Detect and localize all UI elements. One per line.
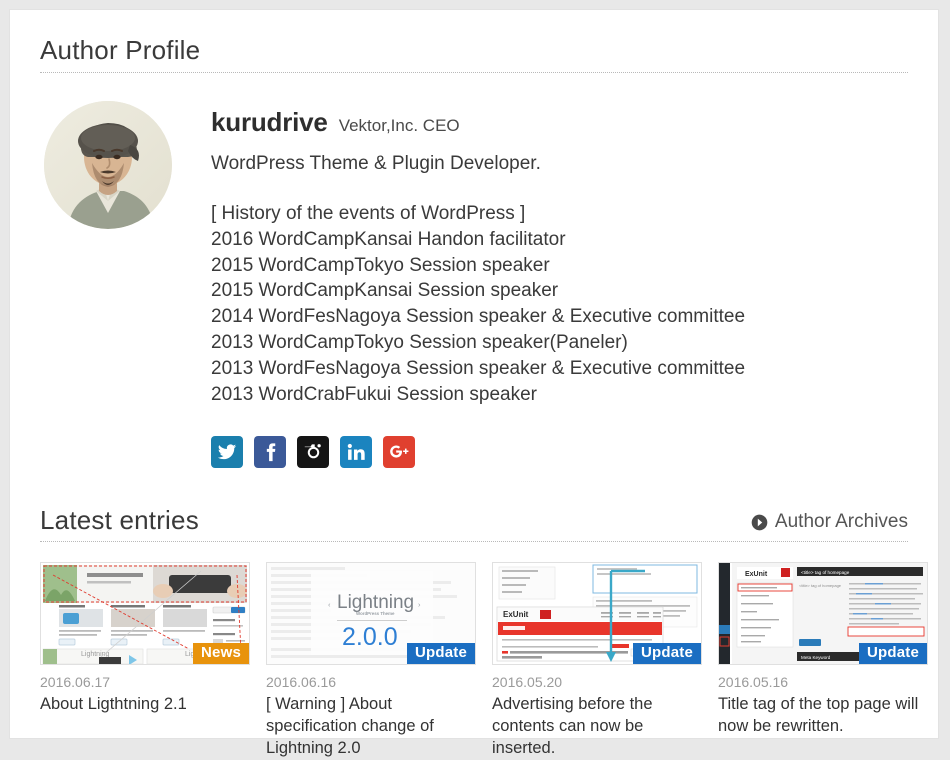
entry-badge: News bbox=[193, 642, 249, 665]
author-tagline: WordPress Theme & Plugin Developer. bbox=[211, 152, 541, 174]
svg-text:Meta Keyword: Meta Keyword bbox=[801, 655, 831, 660]
linkedin-icon bbox=[347, 443, 365, 460]
svg-text:Lightning: Lightning bbox=[337, 592, 414, 613]
svg-text:ExUnit: ExUnit bbox=[503, 610, 529, 619]
social-link-facebook[interactable] bbox=[254, 435, 286, 468]
instagram-icon bbox=[304, 444, 321, 459]
twitter-icon bbox=[217, 443, 237, 459]
svg-text:Lightning: Lightning bbox=[81, 651, 110, 658]
bio-line: 2013 WordCampTokyo Session speaker(Panel… bbox=[211, 332, 628, 354]
bio-line: 2016 WordCampKansai Handon facilitator bbox=[211, 228, 566, 250]
svg-text:WordPress Theme: WordPress Theme bbox=[356, 611, 395, 616]
latest-entries-list: Lightning Lightning News bbox=[40, 562, 928, 760]
bio-line: 2015 WordCampTokyo Session speaker bbox=[211, 254, 550, 276]
bio-line: 2014 WordFesNagoya Session speaker & Exe… bbox=[211, 306, 746, 328]
author-details: kurudrive Vektor,Inc. CEO WordPress Them… bbox=[174, 101, 908, 472]
entry-badge: Update bbox=[632, 642, 701, 665]
bio-line: 2015 WordCampKansai Session speaker bbox=[211, 280, 559, 302]
entry-date: 2016.05.20 bbox=[492, 674, 563, 691]
entry-date: 2016.06.16 bbox=[266, 674, 337, 691]
svg-text:<title> tag of homepage: <title> tag of homepage bbox=[799, 583, 842, 588]
latest-entries-section: Latest entries Author Archives Lightning… bbox=[40, 504, 928, 760]
entry-date: 2016.05.16 bbox=[718, 674, 789, 691]
entry-title: About Ligthtning 2.1 bbox=[40, 695, 187, 714]
social-link-instagram[interactable] bbox=[297, 435, 329, 468]
author-archives-link[interactable]: Author Archives bbox=[751, 511, 908, 535]
svg-text:ExUnit: ExUnit bbox=[745, 571, 768, 578]
entry-title: Title tag of the top page will now be re… bbox=[718, 695, 919, 736]
avatar bbox=[44, 100, 172, 229]
entry-card[interactable]: ExUnit Update 2016.05.20 Advertising bef… bbox=[492, 562, 702, 760]
entry-thumbnail: ExUnit <title> tag of homepage <title> t… bbox=[718, 562, 928, 666]
entry-title: [ Warning ] About specification change o… bbox=[266, 695, 434, 758]
social-links bbox=[211, 435, 908, 472]
entry-title: Advertising before the contents can now … bbox=[492, 695, 653, 758]
avatar-container bbox=[40, 100, 174, 472]
entry-card[interactable]: ExUnit <title> tag of homepage <title> t… bbox=[718, 562, 928, 760]
bio-line: [ History of the events of WordPress ] bbox=[211, 202, 526, 224]
social-link-google-plus[interactable] bbox=[383, 435, 415, 468]
latest-entries-title: Latest entries bbox=[40, 504, 199, 535]
google-plus-icon bbox=[389, 445, 408, 458]
author-role: Vektor,Inc. CEO bbox=[338, 115, 460, 135]
latest-entries-header: Latest entries Author Archives bbox=[40, 504, 908, 543]
author-bio: [ History of the events of WordPress ] 2… bbox=[211, 201, 908, 408]
entry-badge: Update bbox=[858, 642, 927, 665]
entry-thumbnail: Lightning Lightning News bbox=[40, 562, 250, 666]
circle-chevron-right-icon bbox=[751, 514, 768, 531]
social-link-linkedin[interactable] bbox=[340, 435, 372, 468]
svg-text:2.0.0: 2.0.0 bbox=[342, 623, 398, 651]
author-name: kurudrive bbox=[211, 106, 328, 137]
author-profile-body: kurudrive Vektor,Inc. CEO WordPress Them… bbox=[40, 100, 908, 472]
entry-card[interactable]: ‹ Lightning › WordPress Theme 2.0.0 Upda… bbox=[266, 562, 476, 760]
author-archives-label: Author Archives bbox=[774, 511, 908, 533]
author-name-row: kurudrive Vektor,Inc. CEO bbox=[211, 107, 908, 138]
svg-text:<title> tag of homepage: <title> tag of homepage bbox=[801, 570, 850, 575]
entry-date: 2016.06.17 bbox=[40, 674, 111, 691]
author-profile-card: Author Profile kurudrive Vektor,Inc. CEO… bbox=[9, 9, 939, 757]
entry-thumbnail: ExUnit Update bbox=[492, 562, 702, 666]
entry-card[interactable]: Lightning Lightning News bbox=[40, 562, 250, 760]
social-link-twitter[interactable] bbox=[211, 435, 243, 468]
bio-line: 2013 WordCrabFukui Session speaker bbox=[211, 383, 537, 405]
entry-thumbnail: ‹ Lightning › WordPress Theme 2.0.0 Upda… bbox=[266, 562, 476, 666]
facebook-icon bbox=[266, 442, 276, 461]
author-profile-header: Author Profile bbox=[40, 35, 908, 73]
page-title: Author Profile bbox=[40, 35, 201, 65]
entry-badge: Update bbox=[406, 642, 475, 665]
bio-line: 2013 WordFesNagoya Session speaker & Exe… bbox=[211, 357, 746, 379]
